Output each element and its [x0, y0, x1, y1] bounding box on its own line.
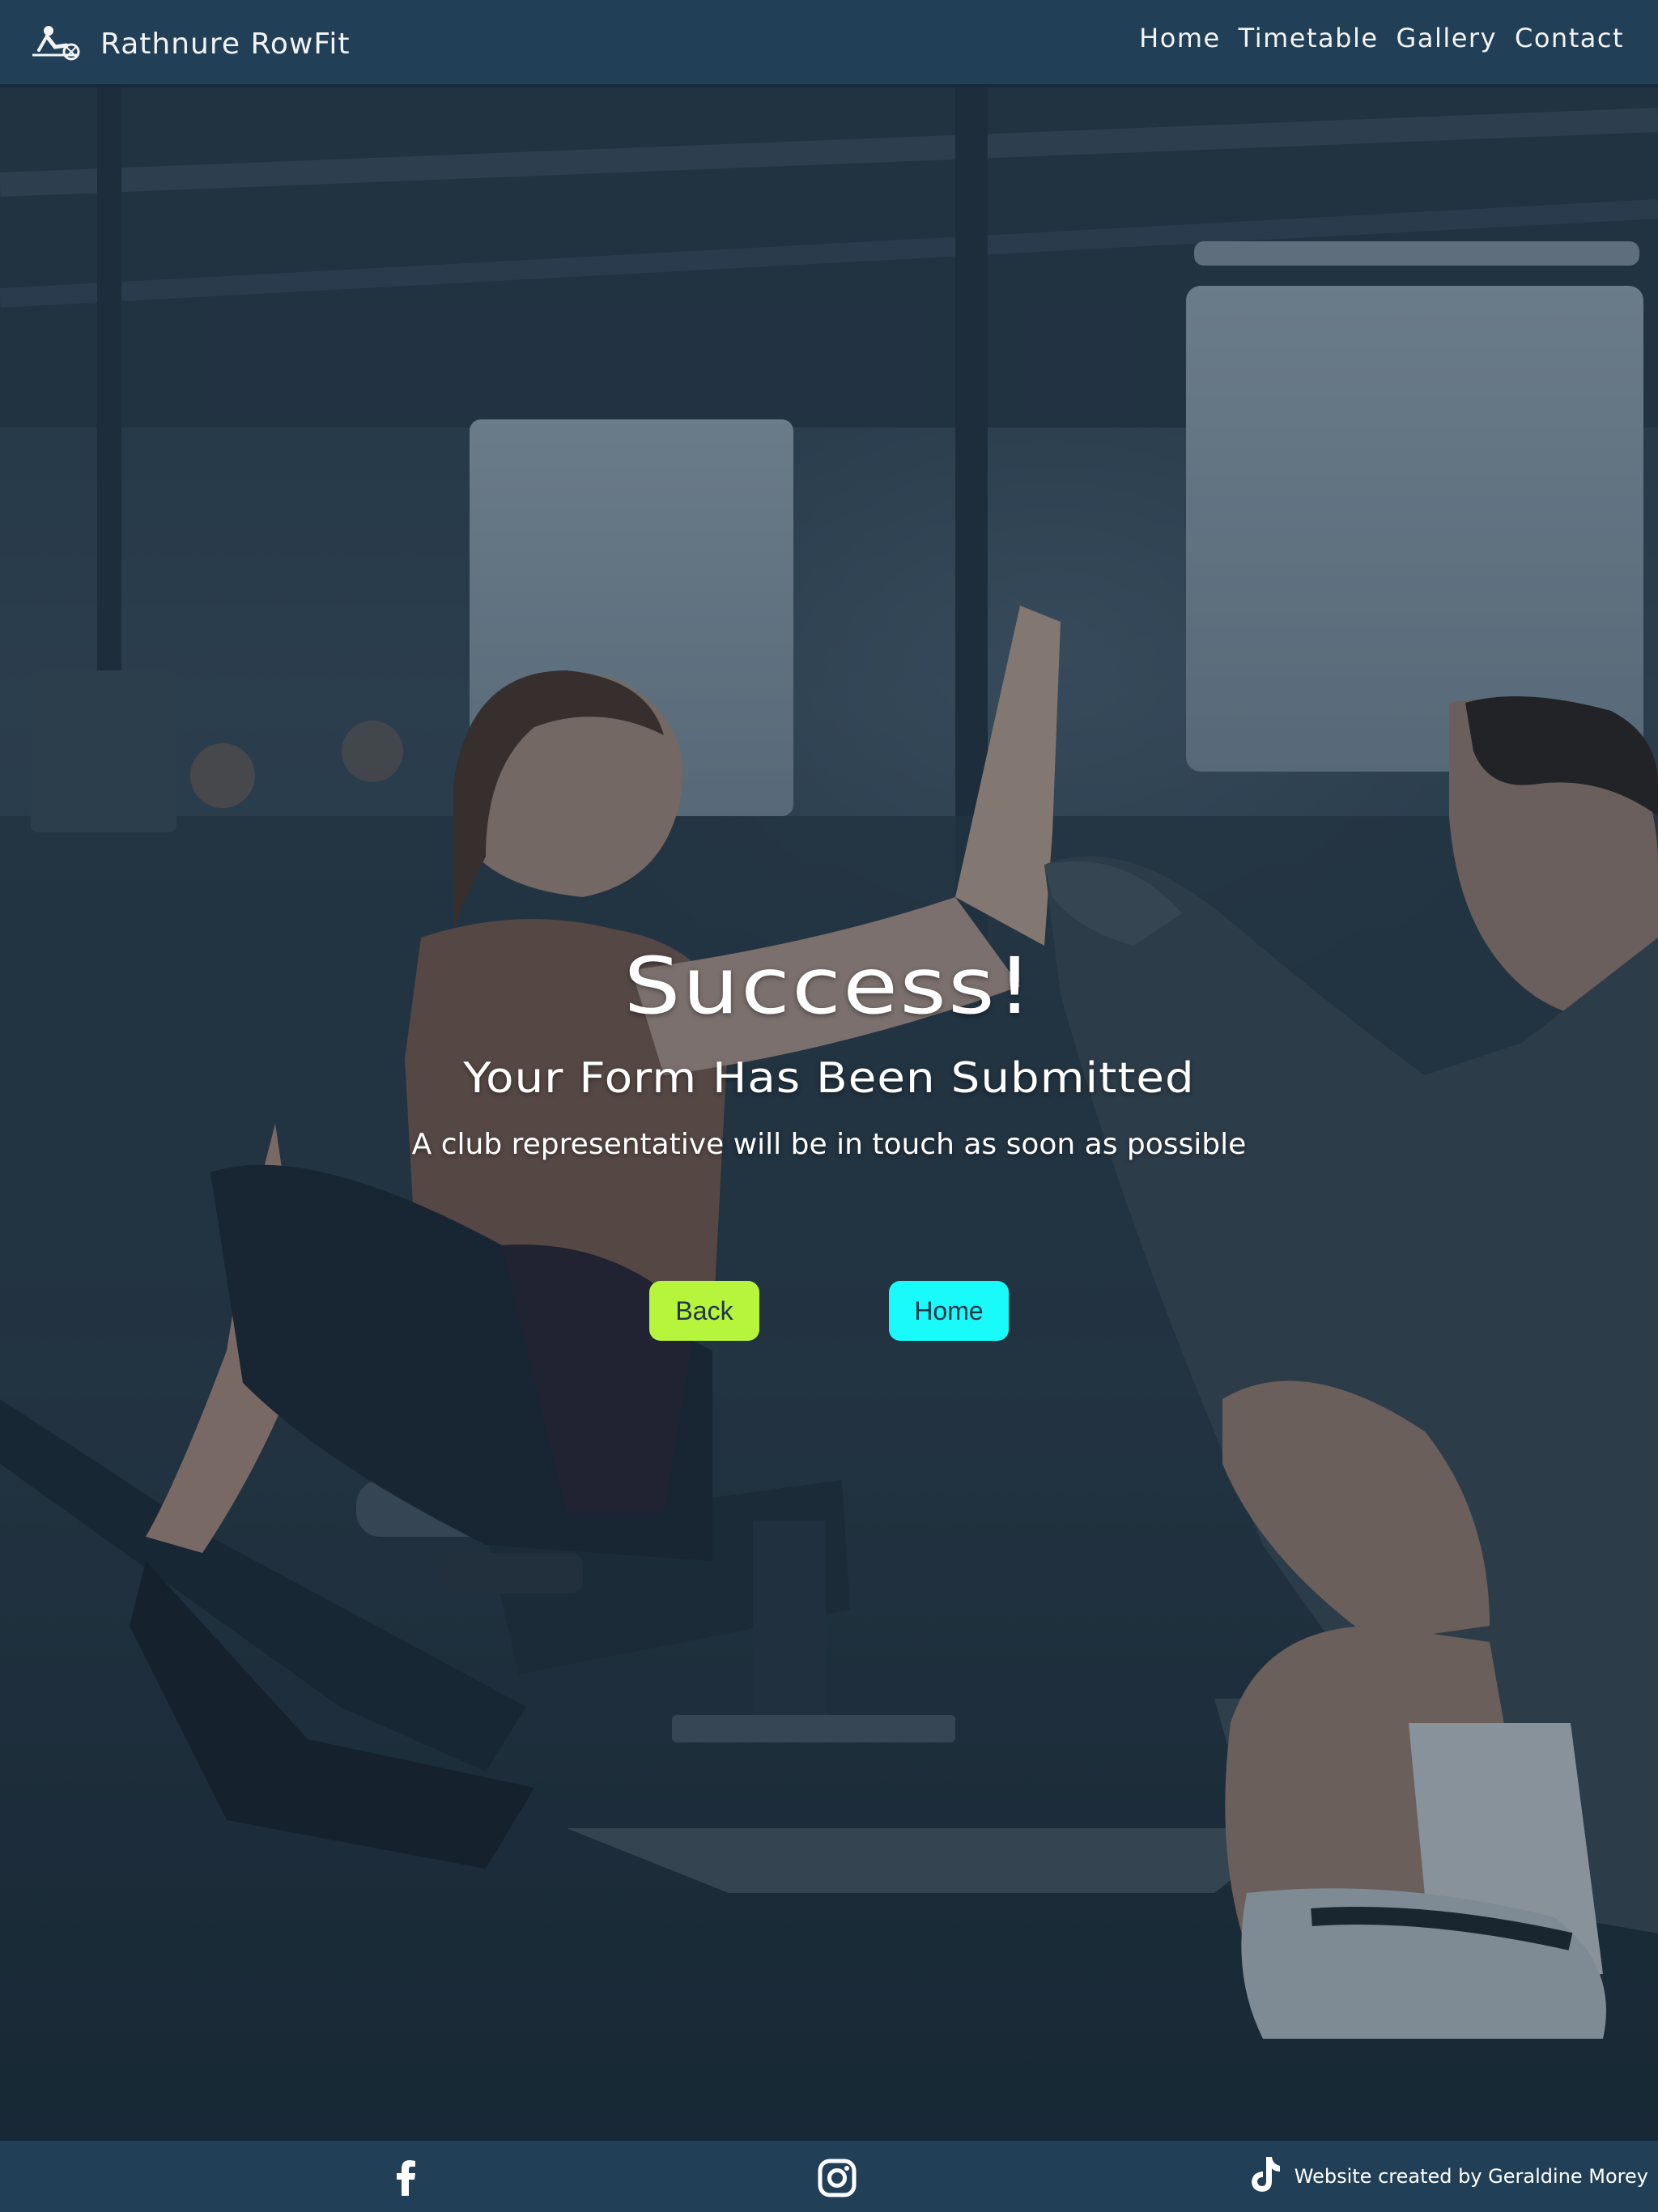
action-buttons: Back Home: [0, 1281, 1658, 1341]
site-footer: Website created by Geraldine Morey: [0, 2141, 1658, 2212]
nav-home[interactable]: Home: [1139, 23, 1221, 53]
nav-gallery[interactable]: Gallery: [1397, 23, 1497, 53]
nav-contact[interactable]: Contact: [1515, 23, 1624, 53]
main-nav: Home Timetable Gallery Contact: [1139, 23, 1624, 53]
success-heading: Success!: [623, 941, 1035, 1032]
confirmation-message: A club representative will be in touch a…: [411, 1128, 1247, 1161]
brand-name: Rathnure RowFit: [100, 27, 351, 61]
nav-timetable[interactable]: Timetable: [1239, 23, 1379, 53]
tiktok-icon[interactable]: [1244, 2154, 1286, 2196]
instagram-icon[interactable]: [816, 2157, 858, 2199]
footer-credit: Website created by Geraldine Morey: [1294, 2165, 1648, 2188]
hero-content: Success! Your Form Has Been Submitted A …: [0, 938, 1658, 1164]
site-header: Rathnure RowFit Home Timetable Gallery C…: [0, 0, 1658, 84]
home-button[interactable]: Home: [889, 1281, 1009, 1341]
hero-section: Success! Your Form Has Been Submitted A …: [0, 87, 1658, 2141]
rower-logo-icon: [32, 26, 80, 61]
facebook-icon[interactable]: [385, 2157, 427, 2199]
brand-link[interactable]: Rathnure RowFit: [31, 18, 351, 70]
form-submitted-subheading: Your Form Has Been Submitted: [463, 1054, 1195, 1103]
back-button[interactable]: Back: [649, 1281, 759, 1341]
